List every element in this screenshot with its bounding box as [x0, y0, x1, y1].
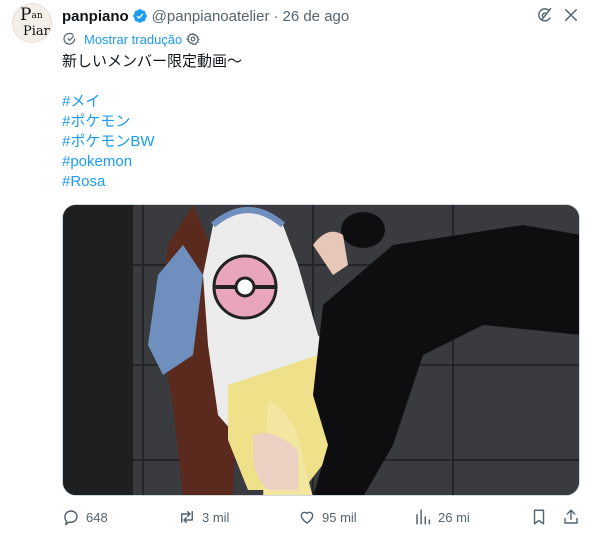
hashtag-list: #メイ #ポケモン #ポケモンBW #pokemon #Rosa: [62, 92, 155, 192]
action-bar: 648 3 mil 95 mil 26 mi: [62, 508, 582, 528]
hashtag-link[interactable]: #メイ: [62, 92, 155, 112]
avatar[interactable]: Pan Piano: [12, 3, 52, 43]
grok-icon[interactable]: [536, 6, 554, 24]
view-count: 26 mi: [438, 509, 470, 525]
author-handle[interactable]: @panpianoatelier: [152, 8, 270, 25]
globe-icon: [63, 32, 76, 45]
show-translation-link[interactable]: Mostrar tradução: [62, 31, 201, 47]
author-name[interactable]: panpiano: [62, 8, 129, 25]
avatar-text-top: Pan: [20, 5, 43, 25]
hashtag-link[interactable]: #ポケモン: [62, 112, 155, 132]
hashtag-link[interactable]: #pokemon: [62, 152, 155, 172]
video-thumbnail-image: [63, 205, 579, 495]
reply-icon: [64, 510, 78, 526]
repost-count: 3 mil: [202, 509, 230, 525]
tweet-header: panpiano @panpianoatelier · 26 de ago: [62, 6, 349, 26]
post-text: 新しいメンバー限定動画〜: [62, 53, 243, 70]
views-button[interactable]: 26 mi: [414, 508, 470, 526]
share-icon: [564, 509, 578, 524]
repost-icon: [181, 511, 193, 523]
bookmark-button[interactable]: [530, 508, 548, 526]
show-translation-label: Mostrar tradução: [84, 31, 183, 47]
avatar-text-bottom: Piano: [23, 24, 52, 39]
avatar-text-top-rest: an: [31, 11, 43, 21]
bookmark-icon: [533, 509, 545, 525]
post-date[interactable]: 26 de ago: [282, 8, 349, 25]
media-video[interactable]: [62, 204, 580, 496]
like-count: 95 mil: [322, 509, 357, 525]
tweet[interactable]: Pan Piano panpiano @panpianoatelier · 26…: [0, 0, 594, 539]
reply-button[interactable]: 648: [62, 508, 108, 526]
verified-badge-icon: [132, 9, 147, 23]
share-button[interactable]: [562, 508, 580, 526]
like-button[interactable]: 95 mil: [298, 508, 357, 526]
more-options-icon[interactable]: [562, 6, 580, 24]
separator-dot: ·: [273, 7, 279, 25]
hashtag-link[interactable]: #ポケモンBW: [62, 132, 155, 152]
heart-icon: [300, 511, 314, 524]
bar-chart-icon: [416, 509, 431, 525]
repost-button[interactable]: 3 mil: [178, 508, 229, 526]
gear-icon[interactable]: [186, 32, 201, 46]
reply-count: 648: [86, 509, 108, 525]
hashtag-link[interactable]: #Rosa: [62, 172, 155, 192]
